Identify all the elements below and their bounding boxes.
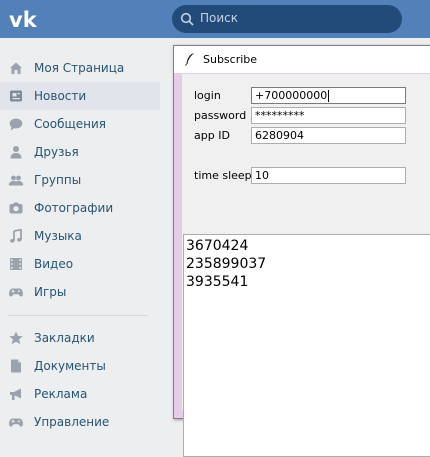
vk-header: vk Поиск: [0, 0, 430, 38]
group-icon: [8, 172, 24, 188]
appid-label: app ID: [194, 129, 230, 142]
sidebar-item-ads[interactable]: Реклама: [0, 380, 160, 408]
sidebar-item-label: Игры: [34, 285, 67, 299]
sidebar-item-label: Реклама: [34, 387, 88, 401]
sidebar-item-documents[interactable]: Документы: [0, 352, 160, 380]
sidebar-item-label: Закладки: [34, 331, 95, 345]
sidebar-item-bookmarks[interactable]: Закладки: [0, 324, 160, 352]
gamepad-icon: [8, 414, 24, 430]
login-input[interactable]: +700000000: [251, 87, 406, 104]
gamepad-icon: [8, 284, 24, 300]
text-caret: [328, 90, 330, 102]
vk-logo[interactable]: vk: [8, 7, 42, 31]
search-icon: [180, 12, 194, 26]
password-label: password: [194, 109, 247, 122]
sidebar-item-friends[interactable]: Друзья: [0, 138, 160, 166]
sidebar-item-games[interactable]: Игры: [0, 278, 160, 306]
star-icon: [8, 330, 24, 346]
sidebar-item-label: Сообщения: [34, 117, 107, 131]
sidebar-item-photos[interactable]: Фотографии: [0, 194, 160, 222]
sidebar-item-label: Управление: [34, 415, 110, 429]
sidebar-item-label: Музыка: [34, 229, 82, 243]
password-input[interactable]: *********: [251, 107, 406, 124]
sidebar-item-label: Фотографии: [34, 201, 114, 215]
login-value: +700000000: [255, 89, 328, 102]
sidebar-item-label: Документы: [34, 359, 106, 373]
messages-icon: [8, 116, 24, 132]
sidebar-item-messages[interactable]: Сообщения: [0, 110, 160, 138]
sidebar-item-groups[interactable]: Группы: [0, 166, 160, 194]
sidebar-item-label: Новости: [34, 89, 87, 103]
sidebar-item-label: Видео: [34, 257, 74, 271]
megaphone-icon: [8, 386, 24, 402]
search-box[interactable]: Поиск: [172, 5, 402, 33]
news-icon: [8, 88, 24, 104]
feather-icon: [185, 53, 194, 66]
home-icon: [8, 60, 24, 76]
login-label: login: [194, 89, 221, 102]
sidebar-item-label: Моя Страница: [34, 61, 125, 75]
timesleep-input[interactable]: 10: [251, 167, 406, 184]
output-line: 3935541: [186, 274, 249, 290]
timesleep-label: time sleep: [194, 169, 252, 182]
person-icon: [8, 144, 24, 160]
sidebar-divider: [8, 315, 148, 316]
svg-text:vk: vk: [9, 8, 38, 31]
appid-input[interactable]: 6280904: [251, 127, 406, 144]
output-line: 235899037: [186, 256, 267, 272]
window-titlebar[interactable]: Subscribe: [174, 46, 430, 73]
password-value: *********: [255, 109, 305, 122]
sidebar-item-label: Группы: [34, 173, 82, 187]
appid-value: 6280904: [255, 129, 304, 142]
output-line: 3670424: [186, 238, 249, 254]
camera-icon: [8, 200, 24, 216]
sidebar-item-news[interactable]: Новости: [0, 82, 160, 110]
sidebar-item-my-page[interactable]: Моя Страница: [0, 54, 160, 82]
video-icon: [8, 256, 24, 272]
music-icon: [8, 228, 24, 244]
sidebar-item-video[interactable]: Видео: [0, 250, 160, 278]
timesleep-value: 10: [255, 169, 269, 182]
output-textarea[interactable]: 3670424 235899037 3935541: [183, 234, 430, 457]
window-title: Subscribe: [203, 53, 258, 66]
subscribe-window[interactable]: Subscribe login +700000000 password ****…: [173, 45, 430, 457]
sidebar: Моя Страница Новости Сообщения Друзья Гр…: [0, 38, 175, 432]
sidebar-item-label: Друзья: [34, 145, 79, 159]
sidebar-item-music[interactable]: Музыка: [0, 222, 160, 250]
search-placeholder: Поиск: [200, 11, 239, 25]
document-icon: [8, 358, 24, 374]
